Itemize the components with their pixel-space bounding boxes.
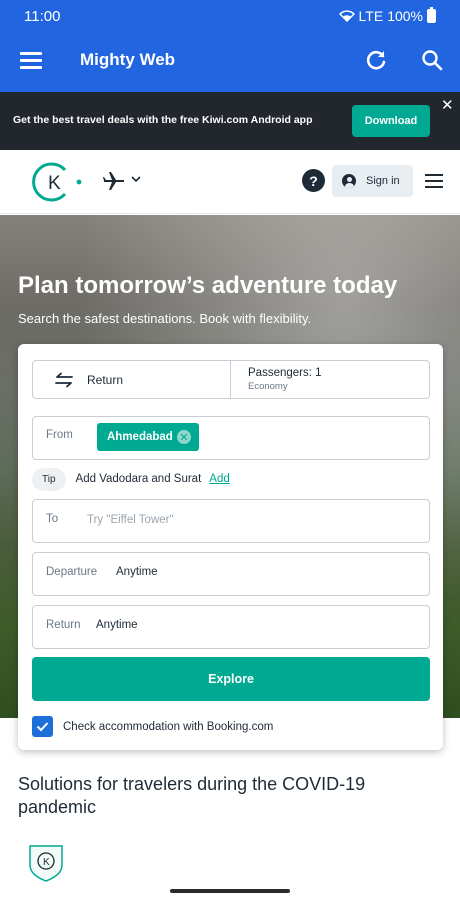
svg-text:K: K (48, 173, 61, 194)
checkmark-icon (36, 722, 49, 732)
sign-in-button[interactable]: Sign in (332, 165, 413, 197)
download-button[interactable]: Download (352, 105, 430, 137)
booking-checkbox[interactable] (32, 716, 53, 737)
return-label: Return (46, 619, 81, 631)
status-bar: 11:00 LTE 100% (24, 6, 436, 26)
gesture-nav-handle[interactable] (170, 889, 290, 893)
cabin-class-label: Economy (248, 381, 288, 392)
swap-arrows-icon (55, 372, 73, 387)
banner-text: Get the best travel deals with the free … (13, 114, 313, 126)
departure-value: Anytime (116, 566, 158, 578)
network-label: LTE (358, 8, 384, 24)
tip-badge: Tip (32, 467, 66, 491)
booking-option[interactable]: Check accommodation with Booking.com (32, 716, 273, 737)
help-icon[interactable]: ? (302, 169, 325, 192)
search-icon[interactable] (420, 48, 444, 72)
covid-heading: Solutions for travelers during the COVID… (18, 774, 366, 817)
shield-icon: K (29, 845, 63, 882)
booking-label: Check accommodation with Booking.com (63, 720, 274, 733)
site-header: K ? Sign in (0, 150, 460, 214)
sign-in-label: Sign in (366, 175, 400, 187)
from-label: From (46, 429, 73, 441)
app-promo-banner: Get the best travel deals with the free … (0, 92, 460, 150)
tip-text: Add Vadodara and Surat (75, 473, 202, 485)
tip-row: Tip Add Vadodara and Surat Add (32, 466, 230, 492)
tip-add-link[interactable]: Add (209, 473, 229, 485)
hero-subtitle: Search the safest destinations. Book wit… (18, 311, 312, 326)
airplane-icon[interactable] (102, 170, 126, 192)
to-placeholder: Try "Eiffel Tower" (87, 514, 174, 526)
return-value: Anytime (96, 619, 138, 631)
departure-field[interactable]: Departure Anytime (32, 552, 430, 596)
remove-origin-icon[interactable]: ✕ (177, 430, 191, 444)
battery-icon (427, 7, 436, 23)
svg-text:K: K (43, 857, 50, 868)
app-title: Mighty Web (80, 50, 176, 69)
app-bar: 11:00 LTE 100% Mighty Web (0, 0, 460, 92)
search-form: Return Passengers: 1 Economy From Ahmeda… (18, 344, 443, 750)
site-menu-icon[interactable] (425, 174, 443, 192)
to-label: To (46, 513, 59, 525)
to-field[interactable]: To Try "Eiffel Tower" (32, 499, 430, 543)
return-field[interactable]: Return Anytime (32, 605, 430, 649)
explore-button[interactable]: Explore (32, 657, 430, 701)
user-icon (342, 174, 356, 188)
close-icon[interactable]: ✕ (441, 96, 454, 114)
departure-label: Departure (46, 566, 98, 578)
origin-chip-label: Ahmedabad (107, 431, 173, 443)
from-field[interactable]: From Ahmedabad ✕ (32, 416, 430, 460)
trip-type-select[interactable]: Return (33, 361, 231, 398)
refresh-icon[interactable] (364, 48, 388, 72)
passengers-label: Passengers: 1 (248, 367, 322, 379)
menu-icon[interactable] (20, 52, 42, 69)
hero-title: Plan tomorrow’s adventure today (18, 272, 398, 299)
passengers-select[interactable]: Passengers: 1 Economy (231, 361, 322, 398)
battery-percent: 100% (387, 8, 423, 24)
kiwi-logo[interactable]: K (27, 162, 85, 202)
trip-options: Return Passengers: 1 Economy (32, 360, 430, 399)
origin-chip[interactable]: Ahmedabad ✕ (97, 423, 199, 451)
trip-type-label: Return (87, 372, 124, 387)
wifi-icon (338, 10, 355, 22)
status-time: 11:00 (24, 7, 61, 25)
chevron-down-icon[interactable] (130, 174, 142, 184)
